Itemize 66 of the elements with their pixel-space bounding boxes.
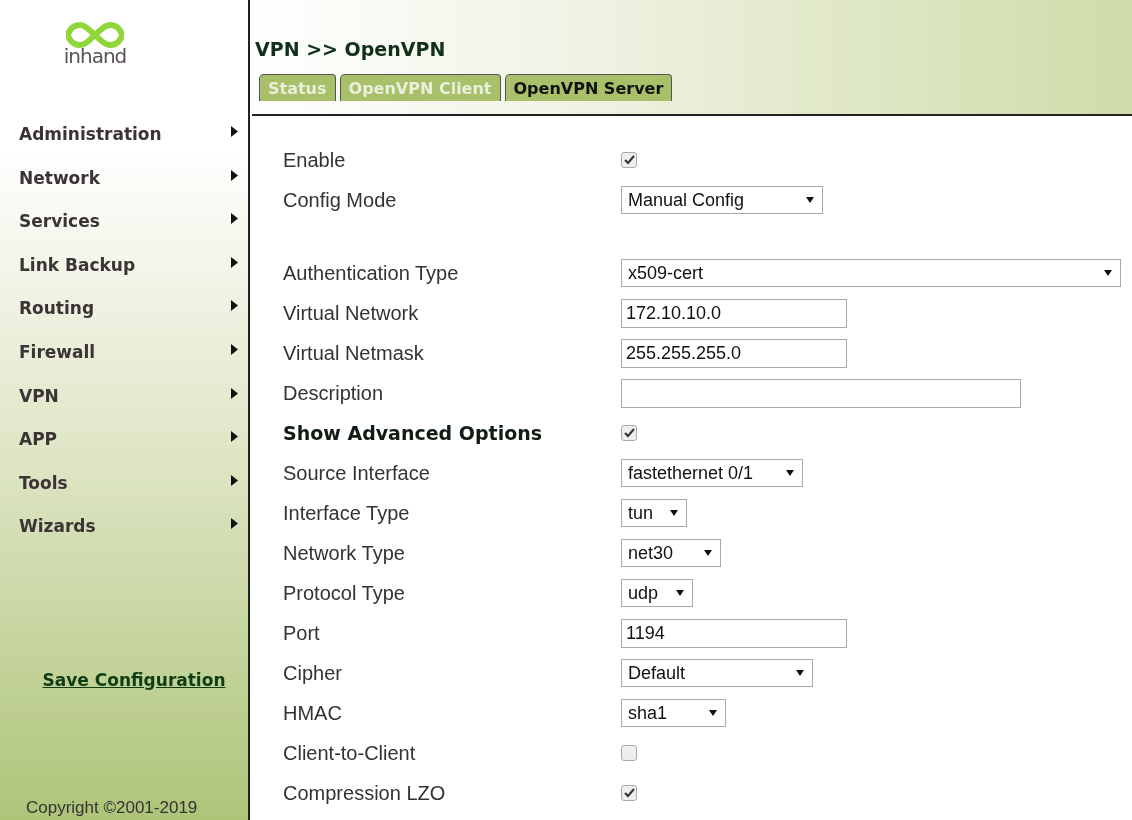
caret-icon [786,469,794,477]
caret-icon [806,196,814,204]
caret-icon [676,589,684,597]
field-label: Virtual Netmask [283,341,425,365]
field-label: Protocol Type [283,581,406,605]
menu-item[interactable]: VPN [19,385,248,430]
field-label: Config Mode [283,188,398,212]
menu-item[interactable]: APP [19,429,248,473]
checkbox[interactable] [621,745,637,761]
submenu-arrow-icon [231,518,238,530]
checkbox[interactable] [621,152,637,168]
dropdown[interactable]: fastethernet 0/1 [621,459,803,487]
tab[interactable]: OpenVPN Server [504,74,673,101]
save-configuration-link[interactable]: Save Configuration [42,669,226,690]
logo-icon [66,22,124,48]
field-label: Port [283,621,321,645]
dropdown[interactable]: x509-cert [621,259,1121,287]
dropdown[interactable]: udp [621,579,693,607]
menu-item[interactable]: Tools [19,472,248,517]
menu-item[interactable]: Routing [19,298,248,342]
menu-item[interactable]: Firewall [19,341,248,386]
dropdown[interactable]: tun [621,499,687,527]
field-label: Cipher [283,661,343,685]
menu-item[interactable]: Link Backup [19,254,248,299]
caret-icon [709,709,717,717]
breadcrumb: VPN >> OpenVPN [255,38,447,60]
caret-icon [704,549,712,557]
input-field[interactable]: 1194 [621,618,847,648]
logo-text: inhand [63,44,127,68]
field-label: Network Type [283,541,406,565]
submenu-arrow-icon [231,126,238,137]
dropdown[interactable]: net30 [621,539,721,567]
menu-item[interactable]: Administration [19,124,248,168]
checkbox[interactable] [621,785,637,801]
submenu-arrow-icon [231,387,238,399]
field-label: Client-to-Client [283,741,417,765]
submenu-arrow-icon [231,256,238,268]
caret-icon [1104,269,1112,277]
field-label: Show Advanced Options [283,422,544,444]
field-label: Enable [283,148,347,172]
input-field[interactable] [621,378,1021,408]
field-label: Authentication Type [283,261,460,285]
field-label: Compression LZO [283,781,447,805]
caret-icon [796,669,804,677]
dropdown[interactable]: sha1 [621,699,726,727]
dropdown[interactable]: Manual Config [621,186,823,214]
field-label: Source Interface [283,461,431,485]
menu-item[interactable]: Network [19,167,248,212]
copyright-text: Copyright ©2001-2019 [25,798,199,818]
menu-item[interactable]: Wizards [19,516,248,560]
submenu-arrow-icon [231,300,238,312]
submenu-arrow-icon [231,474,238,486]
field-label: Virtual Network [283,301,420,325]
submenu-arrow-icon [231,169,238,181]
field-label: HMAC [283,701,343,725]
submenu-arrow-icon [231,431,238,443]
input-field[interactable]: 255.255.255.0 [621,338,847,368]
caret-icon [670,509,678,517]
checkbox[interactable] [621,425,637,441]
field-label: Description [283,381,385,405]
field-label: Interface Type [283,501,411,525]
dropdown[interactable]: Default [621,659,813,687]
submenu-arrow-icon [231,213,238,225]
menu-item[interactable]: Services [19,211,248,255]
submenu-arrow-icon [231,343,238,355]
input-field[interactable]: 172.10.10.0 [621,298,847,328]
